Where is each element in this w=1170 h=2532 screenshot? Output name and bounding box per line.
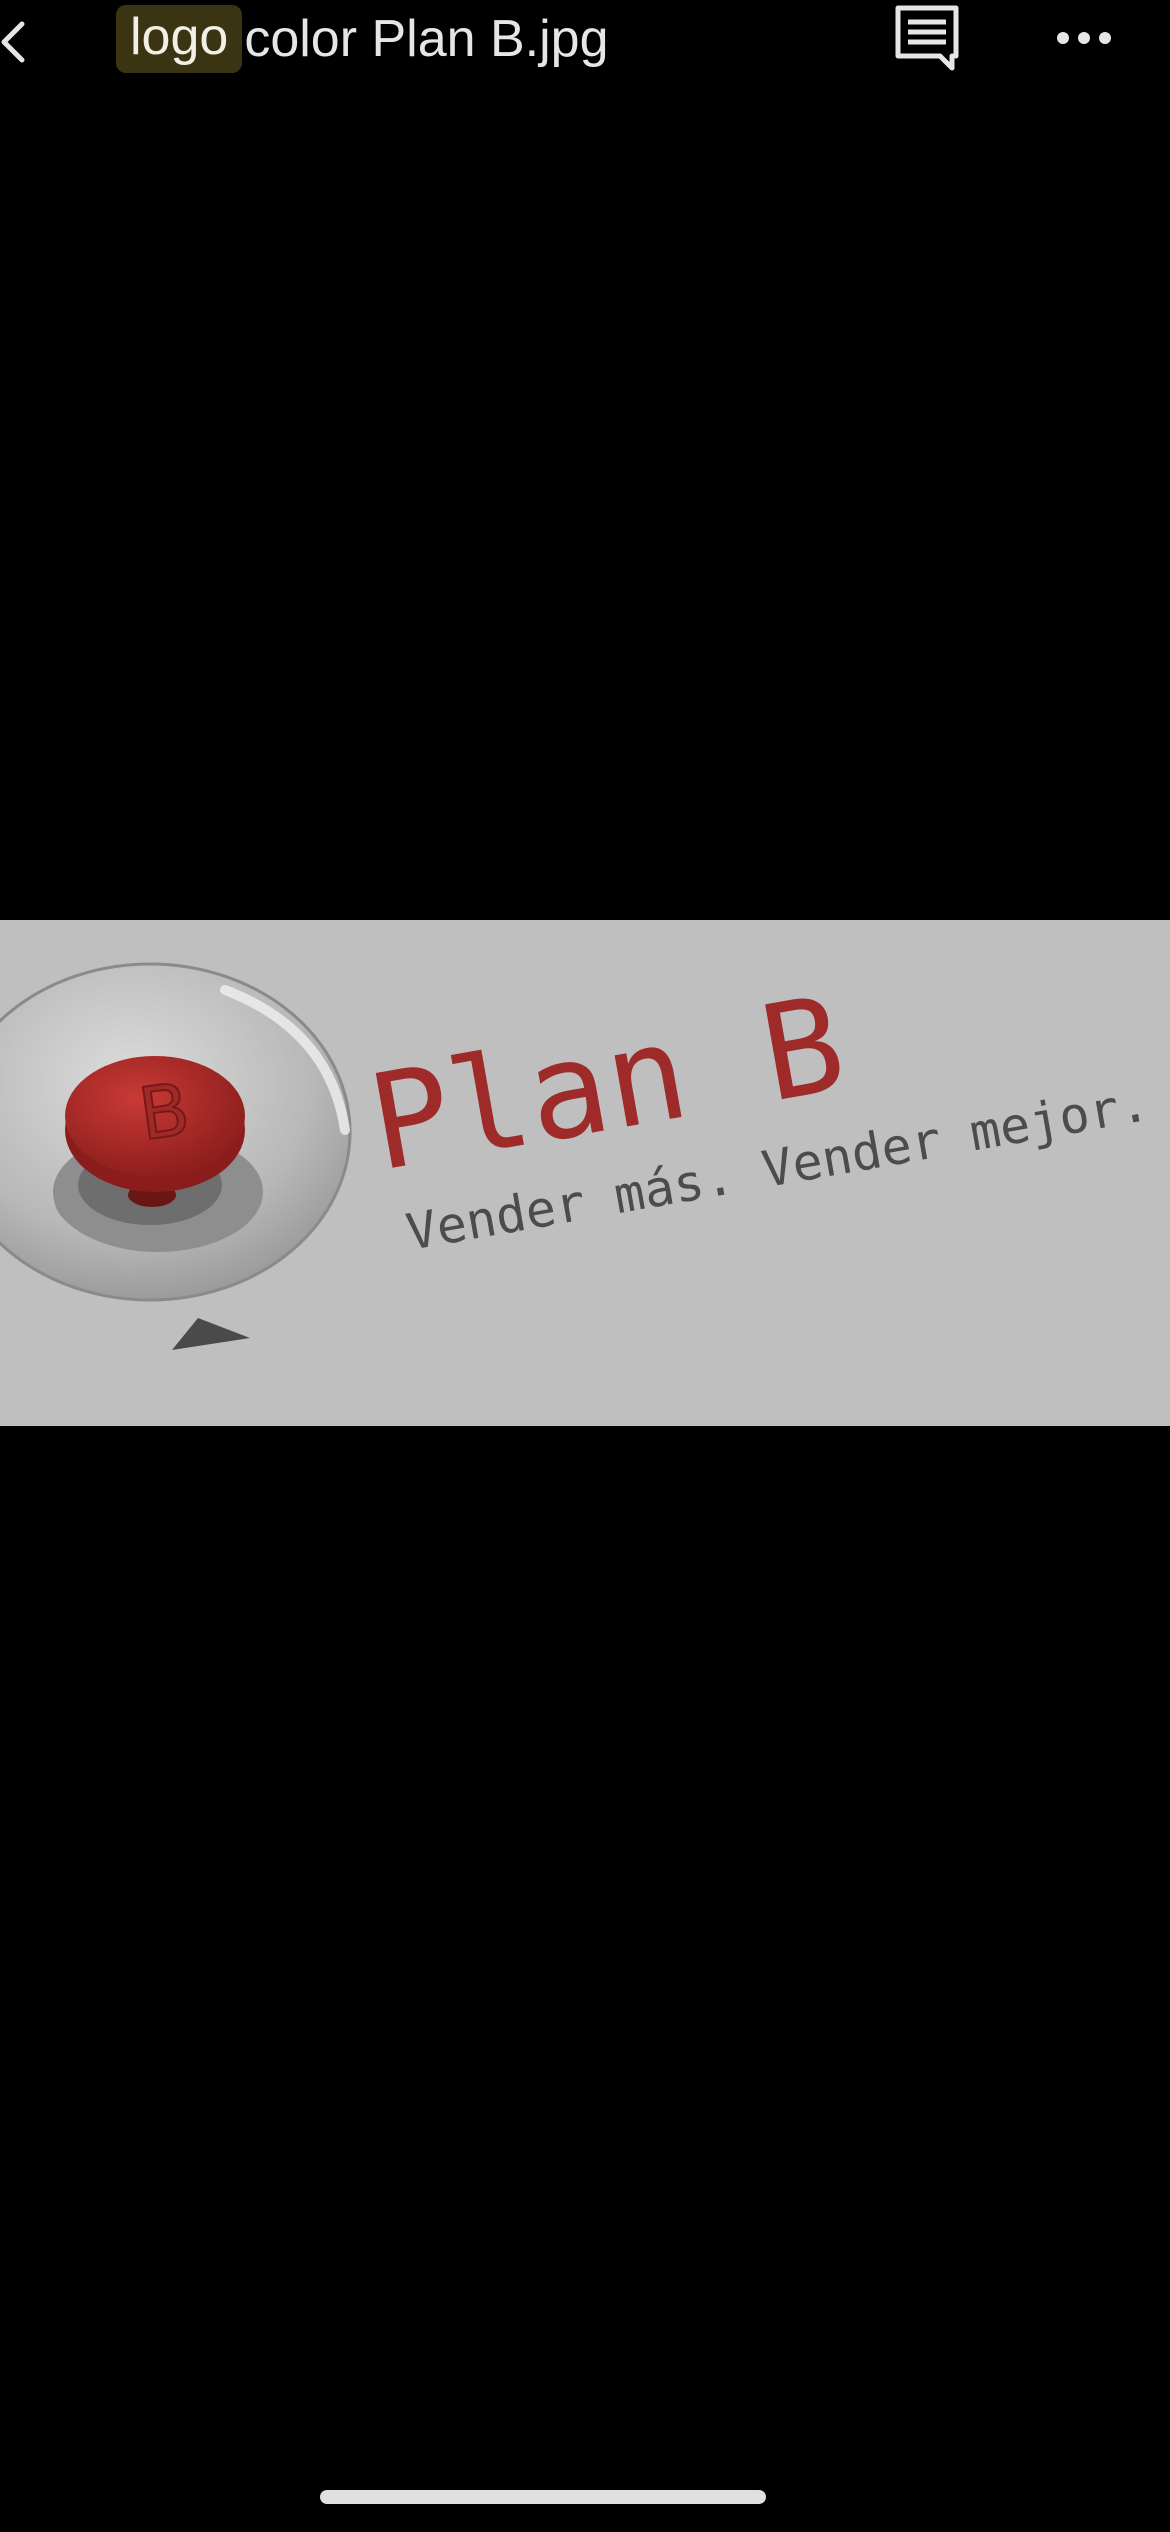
image-preview[interactable]: B Plan B Vender más. Vender mejor. <box>0 920 1170 1426</box>
more-options-button[interactable] <box>1054 14 1114 62</box>
search-match-highlight: logo <box>116 5 243 73</box>
more-horizontal-icon <box>1054 32 1114 66</box>
chevron-left-icon <box>0 8 40 68</box>
comments-button[interactable] <box>894 4 962 72</box>
top-bar: logo color Plan B.jpg <box>0 0 1170 80</box>
emergency-button-logo-graphic: B <box>0 962 352 1350</box>
file-title: logo color Plan B.jpg <box>116 2 609 76</box>
file-name-rest: color Plan B.jpg <box>244 10 609 68</box>
home-indicator[interactable] <box>320 2490 766 2504</box>
back-button[interactable] <box>0 8 40 68</box>
comment-icon <box>894 5 962 76</box>
